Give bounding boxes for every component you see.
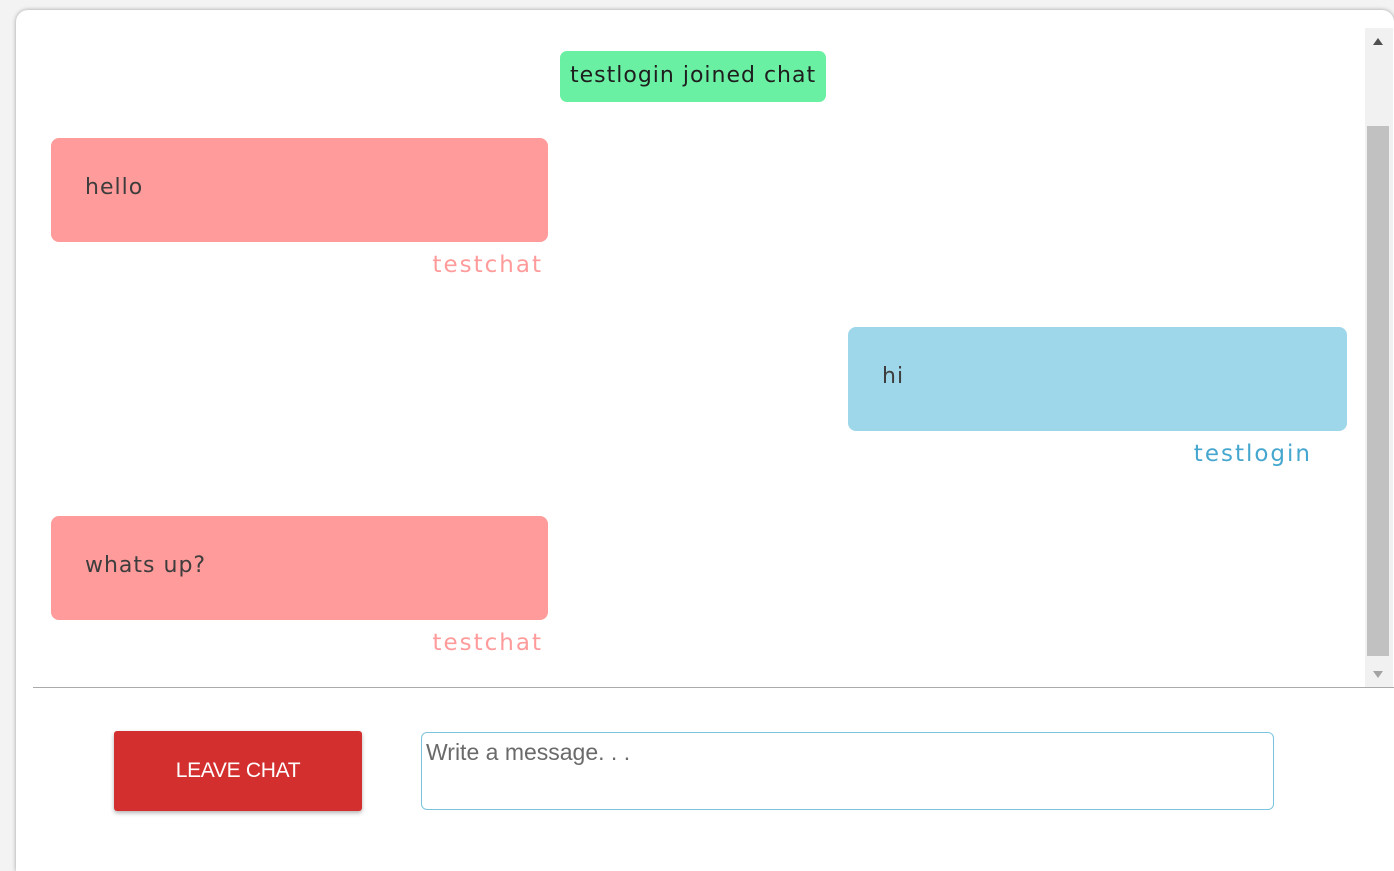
- message-sender: testchat: [432, 252, 543, 278]
- message-bubble: hi: [848, 327, 1347, 431]
- message-text: hello: [85, 175, 144, 200]
- message-text: whats up?: [85, 553, 207, 578]
- message-list: testlogin joined chat hello testchat hi …: [16, 10, 1364, 687]
- message-sender: testchat: [432, 630, 543, 656]
- message-bubble: whats up?: [51, 516, 548, 620]
- message-list-scrollbar[interactable]: [1365, 28, 1393, 688]
- message-text: hi: [882, 364, 905, 389]
- footer-divider: [33, 687, 1394, 688]
- system-message-badge: testlogin joined chat: [560, 51, 827, 102]
- triangle-down-icon[interactable]: [1373, 671, 1383, 678]
- message-sender: testlogin: [1193, 441, 1312, 467]
- message-bubble: hello: [51, 138, 548, 242]
- leave-chat-button[interactable]: LEAVE CHAT: [114, 731, 362, 811]
- triangle-up-icon[interactable]: [1373, 38, 1383, 45]
- message-input[interactable]: [421, 732, 1274, 810]
- scrollbar-thumb[interactable]: [1367, 126, 1389, 656]
- chat-window: testlogin joined chat hello testchat hi …: [16, 10, 1394, 871]
